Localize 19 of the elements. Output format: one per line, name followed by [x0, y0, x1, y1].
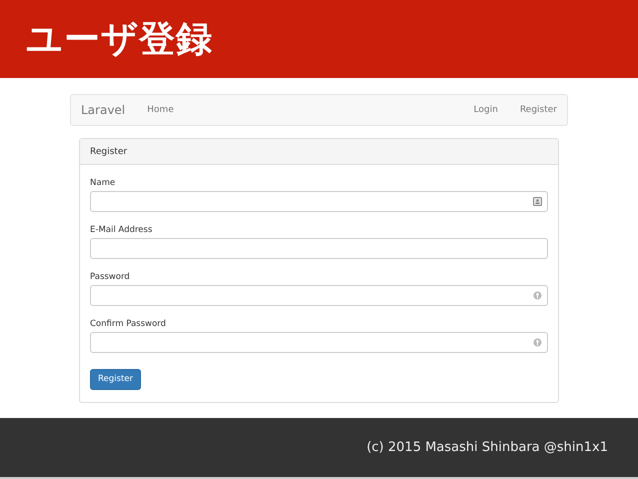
input-field[interactable]	[90, 238, 548, 259]
nav-link[interactable]: Register	[520, 105, 557, 115]
key-icon	[533, 338, 542, 347]
key-icon	[533, 291, 542, 300]
field-label: E-Mail Address	[90, 225, 154, 235]
input-field[interactable]	[90, 332, 548, 353]
nav-link[interactable]: Home	[147, 105, 174, 115]
input-field[interactable]	[90, 191, 548, 212]
field-label: Password	[90, 272, 131, 282]
field-label: Name	[90, 178, 116, 188]
input-field[interactable]	[90, 285, 548, 306]
copyright-text: (c) 2015 Masashi Shinbara @shin1x1	[366, 440, 608, 455]
nav-link[interactable]: Login	[474, 105, 498, 115]
register-button[interactable]: Register	[90, 368, 141, 390]
panel-heading: Register	[80, 139, 558, 165]
slide-title: ユーザ登録	[26, 18, 213, 62]
contact-card-icon	[533, 197, 542, 206]
field-label: Confirm Password	[90, 319, 167, 329]
brand-link[interactable]: Laravel	[81, 103, 126, 117]
